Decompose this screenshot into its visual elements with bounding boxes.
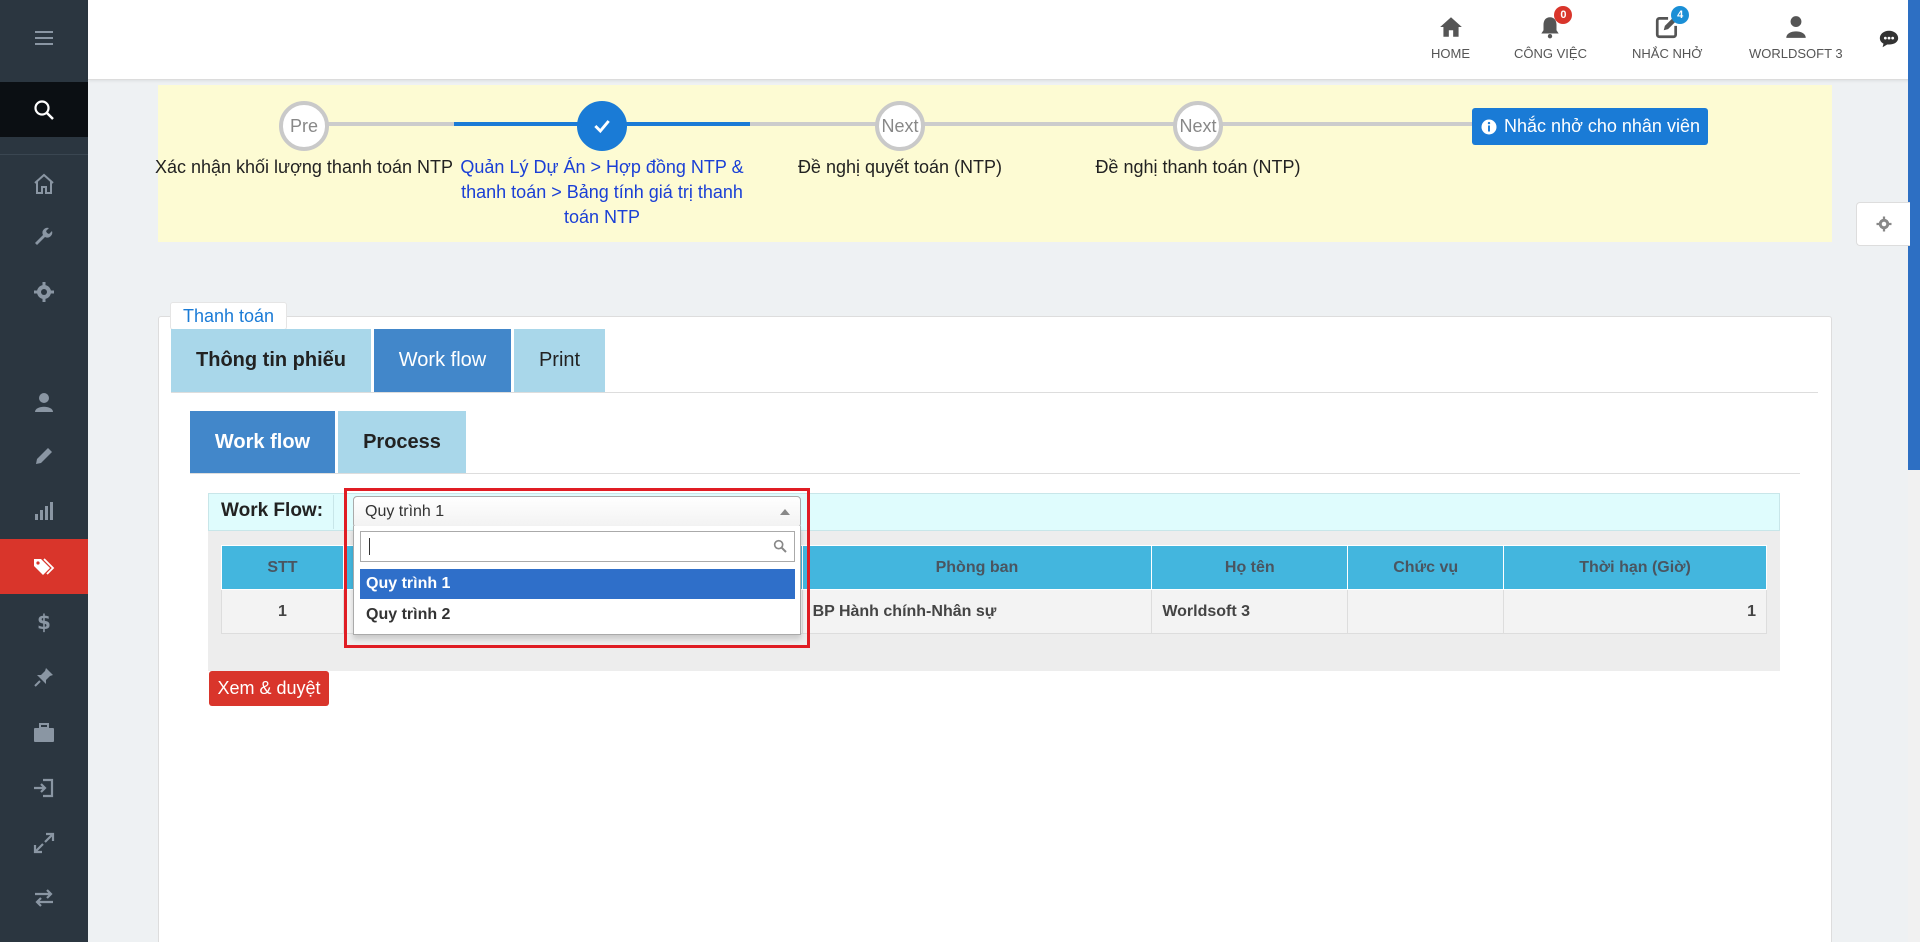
user-icon: [1786, 16, 1806, 38]
reminders-nav-label: NHẮC NHỞ: [1632, 46, 1703, 61]
tags-icon[interactable]: [0, 539, 88, 594]
cell-position: [1347, 589, 1505, 634]
step-pre-label: Pre: [289, 115, 318, 136]
gear-icon: [1876, 216, 1891, 232]
home-nav[interactable]: HOME: [1431, 14, 1470, 61]
col-department[interactable]: Phòng ban: [801, 545, 1153, 590]
col-stt[interactable]: STT: [221, 545, 344, 590]
chart-icon[interactable]: [0, 483, 88, 538]
subtab-process[interactable]: Process: [338, 411, 466, 474]
col-deadline[interactable]: Thời hạn (Giờ): [1503, 545, 1767, 590]
cell-stt: 1: [221, 589, 344, 634]
dropdown-option[interactable]: Quy trình 2: [360, 600, 795, 630]
chat-icon[interactable]: [1878, 28, 1900, 50]
workflow-dropdown: Quy trình 1 Quy trình 2: [353, 526, 801, 635]
expand-icon[interactable]: [0, 815, 88, 870]
menu-toggle-icon[interactable]: [0, 10, 88, 65]
tasks-count-badge: 0: [1554, 6, 1573, 24]
gear-icon[interactable]: [0, 264, 88, 319]
pencil-icon[interactable]: [0, 428, 88, 483]
remind-staff-button[interactable]: Nhắc nhở cho nhân viên: [1472, 108, 1708, 145]
home-nav-label: HOME: [1431, 46, 1470, 61]
cell-deadline: 1: [1503, 589, 1767, 634]
panel-legend: Thanh toán: [170, 302, 288, 330]
info-icon: [1481, 119, 1497, 134]
search-icon: [773, 539, 787, 553]
step-2-label: Quản Lý Dự Án > Hợp đồng NTP & thanh toá…: [460, 157, 744, 227]
tab-print[interactable]: Print: [514, 329, 605, 392]
home-icon: [1439, 17, 1462, 37]
step-next-2[interactable]: Next: [1173, 101, 1223, 151]
workflow-select[interactable]: Quy trình 1: [353, 496, 801, 528]
user-menu-label: WORLDSOFT 3: [1749, 46, 1843, 61]
wrench-icon[interactable]: [0, 210, 88, 265]
dropdown-search-input[interactable]: [360, 531, 795, 562]
sign-in-icon[interactable]: [0, 760, 88, 815]
sidebar: $: [0, 0, 88, 942]
exchange-icon[interactable]: [0, 870, 88, 925]
briefcase-icon[interactable]: [0, 705, 88, 760]
step-4-label: Đề nghị thanh toán (NTP): [1095, 157, 1301, 177]
workflow-select-value: Quy trình 1: [365, 503, 445, 520]
subtab-workflow[interactable]: Work flow: [190, 411, 335, 474]
reminders-count-badge: 4: [1671, 6, 1690, 24]
tasks-nav[interactable]: 0 CÔNG VIỆC: [1514, 6, 1587, 61]
col-position[interactable]: Chức vụ: [1347, 545, 1505, 590]
user-icon[interactable]: [0, 374, 88, 429]
process-steps: Pre Xác nhận khối lượng thanh toán NTP Q…: [155, 85, 1832, 242]
dollar-icon[interactable]: $: [0, 594, 88, 649]
chevron-up-icon: [780, 509, 790, 515]
home-icon[interactable]: [0, 156, 88, 211]
cell-department: BP Hành chính-Nhân sự: [801, 589, 1153, 634]
tab-ticket-info[interactable]: Thông tin phiếu: [171, 329, 371, 392]
step-next-2-label: Next: [1179, 115, 1217, 136]
step-next-1[interactable]: Next: [875, 101, 925, 151]
topbar: HOME 0 CÔNG VIỆC 4 NHẮC NHỞ WORLDSOFT 3: [88, 0, 1920, 80]
dropdown-option[interactable]: Quy trình 1: [360, 569, 795, 599]
settings-panel-toggle[interactable]: [1856, 202, 1910, 246]
step-pre[interactable]: Pre: [279, 101, 329, 151]
check-icon: [594, 120, 610, 134]
step-next-1-label: Next: [881, 115, 919, 136]
user-menu[interactable]: WORLDSOFT 3: [1749, 14, 1843, 61]
pin-icon[interactable]: [0, 649, 88, 704]
view-approve-button[interactable]: Xem & duyệt: [209, 671, 329, 706]
step-3-label: Đề nghị quyết toán (NTP): [797, 157, 1003, 177]
tasks-nav-label: CÔNG VIỆC: [1514, 46, 1587, 61]
remind-staff-label: Nhắc nhở cho nhân viên: [1504, 116, 1700, 136]
svg-text:$: $: [37, 610, 51, 634]
col-fullname[interactable]: Họ tên: [1151, 545, 1349, 590]
step-current: [577, 101, 627, 151]
cell-fullname: Worldsoft 3: [1151, 589, 1349, 634]
workflow-label: Work Flow:: [221, 500, 324, 521]
page-scrollbar[interactable]: [1908, 0, 1920, 942]
reminders-nav[interactable]: 4 NHẮC NHỞ: [1632, 6, 1703, 61]
step-1-label: Xác nhận khối lượng thanh toán NTP: [154, 157, 454, 177]
search-icon[interactable]: [0, 82, 88, 137]
tab-workflow[interactable]: Work flow: [374, 329, 511, 392]
